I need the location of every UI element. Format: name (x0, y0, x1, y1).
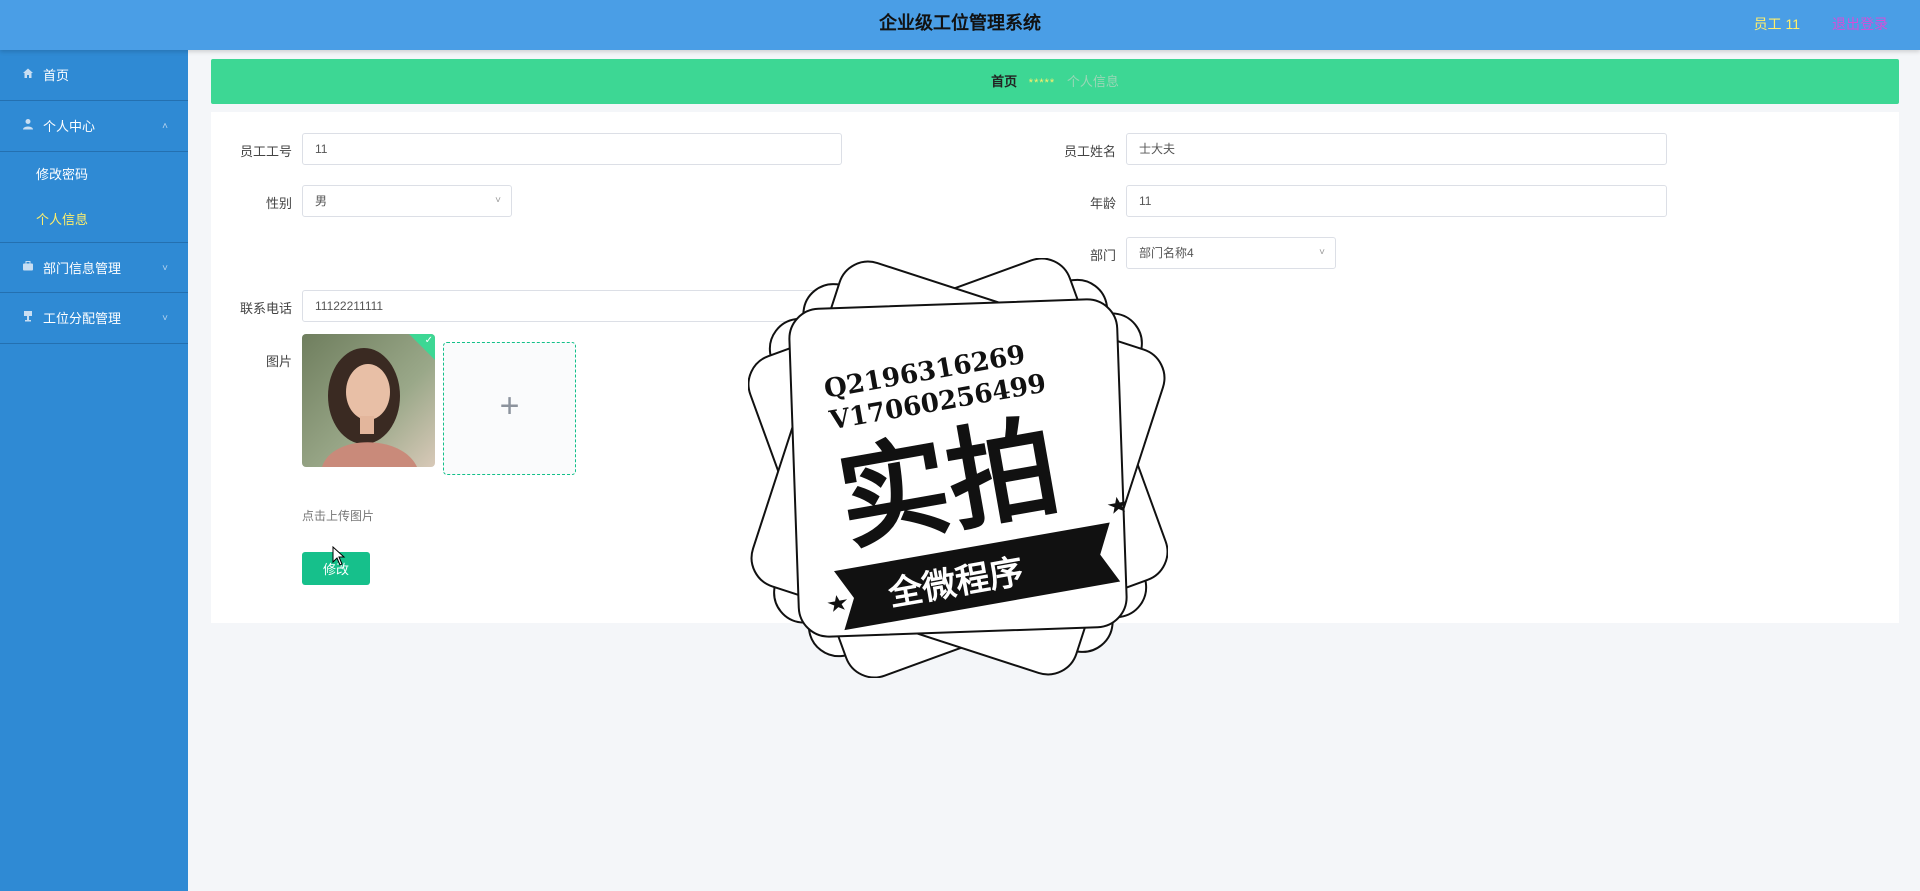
breadcrumb-current: 个人信息 (1066, 74, 1119, 89)
breadcrumb-home[interactable]: 首页 (991, 74, 1017, 89)
sidebar-item-label: 工位分配管理 (43, 311, 122, 326)
photo-label: 图片 (265, 354, 292, 369)
employee-no-label: 员工工号 (239, 144, 292, 159)
sidebar-item-workstation-management[interactable]: 工位分配管理 ˅ (0, 293, 188, 344)
gender-label: 性别 (265, 196, 292, 211)
sidebar-item-label: 部门信息管理 (43, 261, 122, 276)
employee-no-input[interactable]: 11 (302, 133, 842, 165)
desk-icon (20, 293, 36, 344)
age-input[interactable]: 11 (1126, 185, 1667, 217)
sidebar-subitem-change-password[interactable]: 修改密码 (0, 152, 188, 197)
watermark-stamp: Q2196316269 V17060256499 实拍 全微程序 (748, 258, 1168, 678)
sidebar-item-department-management[interactable]: 部门信息管理 ˅ (0, 242, 188, 293)
chevron-down-icon: ˅ (1319, 247, 1325, 258)
chevron-down-icon: ˅ (162, 313, 168, 324)
app-title: 企业级工位管理系统 (879, 13, 1041, 33)
user-icon (20, 101, 36, 152)
sidebar-item-label: 首页 (43, 68, 70, 83)
employee-name-label: 员工姓名 (1063, 144, 1116, 159)
briefcase-icon (20, 243, 36, 294)
chevron-up-icon: ˄ (162, 121, 168, 132)
check-icon: ✓ (424, 335, 433, 346)
sidebar-item-label: 个人中心 (43, 119, 96, 134)
sidebar: 首页 个人中心 ˄ 修改密码 个人信息 部门信息管理 ˅ 工位分配管理 ˅ (0, 50, 188, 891)
mouse-cursor-icon (332, 546, 346, 566)
sidebar-subitem-personal-info[interactable]: 个人信息 (0, 197, 188, 242)
breadcrumb: 首页 ***** 个人信息 (211, 59, 1899, 104)
current-user-label: 员工 11 (1753, 16, 1800, 32)
plus-icon: + (499, 387, 520, 425)
uploaded-photo[interactable]: ✓ (302, 334, 435, 467)
chevron-down-icon: ˅ (495, 195, 501, 206)
top-header: 企业级工位管理系统 员工 11 退出登录 (0, 0, 1920, 50)
home-icon (20, 50, 36, 101)
upload-hint: 点击上传图片 (302, 509, 375, 523)
logout-link[interactable]: 退出登录 (1832, 14, 1888, 34)
gender-select-value: 男 (315, 194, 328, 208)
sidebar-item-personal-center[interactable]: 个人中心 ˄ (0, 101, 188, 152)
image-upload-button[interactable]: + (443, 342, 576, 475)
age-label: 年龄 (1089, 196, 1116, 211)
chevron-down-icon: ˅ (162, 263, 168, 274)
breadcrumb-separator: ***** (1028, 77, 1056, 89)
gender-select[interactable]: 男 ˅ (302, 185, 512, 217)
employee-name-input[interactable]: 士大夫 (1126, 133, 1667, 165)
sidebar-item-home[interactable]: 首页 (0, 50, 188, 101)
phone-label: 联系电话 (239, 301, 292, 316)
